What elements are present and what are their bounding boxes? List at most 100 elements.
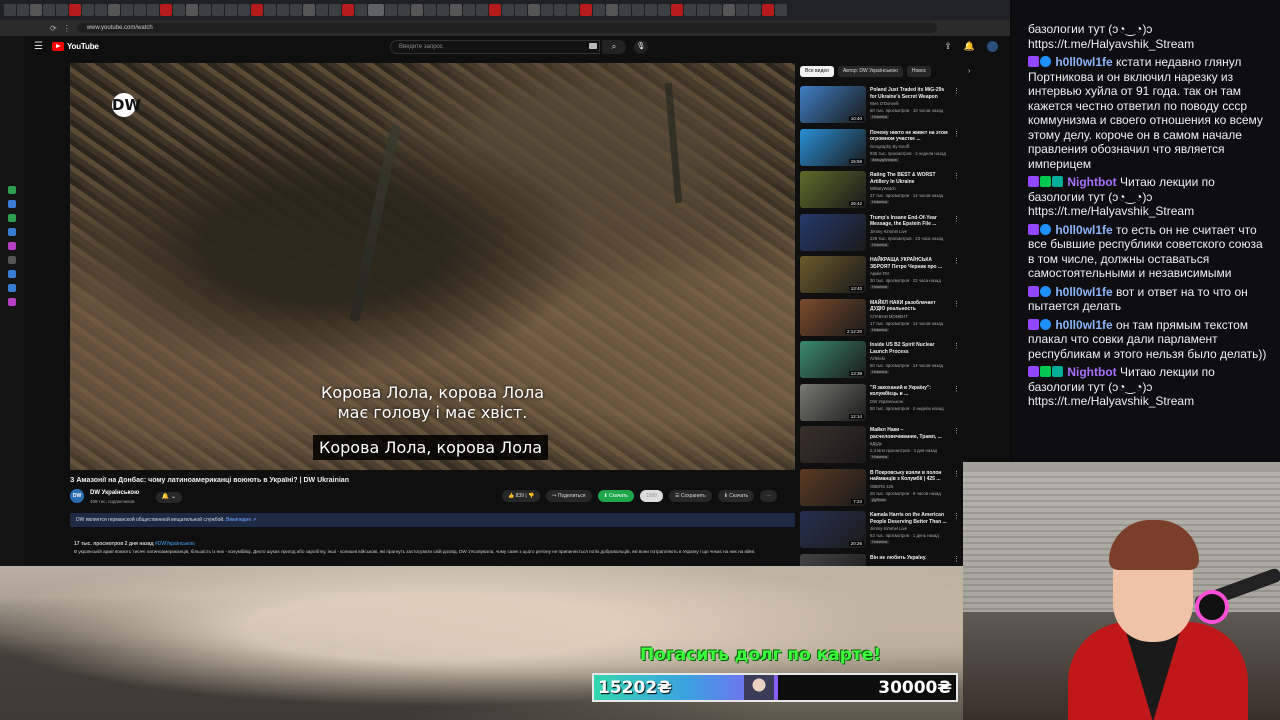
- browser-tab[interactable]: [4, 4, 16, 16]
- menu-icon[interactable]: ☰: [34, 41, 43, 52]
- recommendation-item[interactable]: 7:23 В Покровську взяли в полон найманців…: [800, 467, 966, 510]
- recommendation-item[interactable]: Trump's Insane End-Of-Year Message, the …: [800, 212, 966, 255]
- search-input[interactable]: Введите запрос: [390, 40, 600, 54]
- channel-avatar[interactable]: DW: [70, 489, 84, 503]
- browser-tab[interactable]: [775, 4, 787, 16]
- hashtag-link[interactable]: #DWУкраїнською: [155, 541, 195, 547]
- recommendation-thumbnail[interactable]: 20:26: [800, 511, 866, 548]
- wikipedia-link[interactable]: Википедия ↗: [226, 517, 256, 523]
- video-description[interactable]: В українській армії воюють тисячі латино…: [74, 548, 784, 555]
- more-vert-icon[interactable]: ⋮: [953, 555, 960, 563]
- browser-tab[interactable]: [489, 4, 501, 16]
- browser-tab[interactable]: [710, 4, 722, 16]
- chat-username[interactable]: Nightbot: [1067, 365, 1116, 379]
- like-button[interactable]: 👍 839 | 👎: [502, 490, 541, 502]
- recommendation-channel[interactable]: вДудь: [870, 441, 882, 446]
- recommendation-title[interactable]: МАЙКЛ НАКИ разоблачает ДУДЮ реальность: [870, 300, 952, 313]
- account-avatar[interactable]: [987, 41, 998, 52]
- browser-tab[interactable]: [329, 4, 341, 16]
- browser-tab[interactable]: [134, 4, 146, 16]
- video-player[interactable]: DW Корова Лола, корова Лола має голову і…: [70, 63, 795, 470]
- recommendation-thumbnail[interactable]: 15:59: [800, 128, 866, 166]
- recommendation-thumbnail[interactable]: 2:12:20: [800, 298, 866, 336]
- browser-tab[interactable]: [398, 4, 410, 16]
- browser-tab[interactable]: [303, 4, 315, 16]
- search-button[interactable]: ⌕: [602, 40, 626, 54]
- recommendation-channel[interactable]: AiTeleki: [870, 356, 885, 361]
- recommendation-item[interactable]: 26:42 Rating The BEST & WORST Artillery I…: [800, 169, 966, 212]
- browser-tab[interactable]: [43, 4, 55, 16]
- browser-tab[interactable]: [277, 4, 289, 16]
- site-info-icon[interactable]: ⋮: [63, 24, 71, 33]
- filter-chip[interactable]: Все видео: [800, 66, 834, 77]
- more-actions-button[interactable]: ⋯: [760, 490, 778, 502]
- create-icon[interactable]: ⇪: [944, 41, 952, 52]
- recommendation-channel[interactable]: DW Українською: [870, 399, 903, 404]
- browser-tab[interactable]: [619, 4, 631, 16]
- recommendation-item[interactable]: 2:12:20 МАЙКЛ НАКИ разоблачает ДУДЮ реаль…: [800, 297, 966, 340]
- share-button[interactable]: ↪ Поделиться: [546, 490, 592, 502]
- browser-tab[interactable]: [463, 4, 475, 16]
- browser-tab[interactable]: [450, 4, 462, 16]
- recommendation-thumbnail[interactable]: 26:42: [800, 171, 866, 208]
- browser-tab[interactable]: [541, 4, 553, 16]
- browser-tab[interactable]: [147, 4, 159, 16]
- recommendation-channel[interactable]: СЛАВНИ МОМЕНТ: [870, 314, 908, 319]
- browser-tab[interactable]: [30, 4, 42, 16]
- subscription-bell-button[interactable]: 🔔 ⌄: [156, 492, 182, 503]
- more-vert-icon[interactable]: ⋮: [953, 130, 960, 138]
- sidebar-app-icon[interactable]: [8, 298, 16, 306]
- chat-username[interactable]: h0ll0wl1fe: [1055, 285, 1112, 299]
- browser-tab[interactable]: [212, 4, 224, 16]
- recommendation-thumbnail[interactable]: 13:40: [800, 256, 866, 293]
- browser-tab[interactable]: [173, 4, 185, 16]
- recommendation-title[interactable]: НАЙКРАЩА УКРАЇНСЬКА ЗБРОЯ? Петро Черник …: [870, 257, 952, 270]
- browser-tab[interactable]: [199, 4, 211, 16]
- recommendation-title[interactable]: Inside US B2 Spirit Nuclear Launch Proce…: [870, 342, 952, 355]
- more-vert-icon[interactable]: ⋮: [953, 257, 960, 265]
- recommendation-channel[interactable]: Армія FM: [870, 271, 889, 276]
- more-vert-icon[interactable]: ⋮: [953, 215, 960, 223]
- channel-name[interactable]: DW Українською: [90, 490, 139, 496]
- recommendation-item[interactable]: 12:14 "Я закоханий в Україну": колумбієць…: [800, 382, 966, 425]
- browser-tab[interactable]: [108, 4, 120, 16]
- recommendation-title[interactable]: Poland Just Traded its MiG-29s for Ukrai…: [870, 87, 952, 100]
- sidebar-app-icon[interactable]: [8, 242, 16, 250]
- sidebar-app-icon[interactable]: [8, 228, 16, 236]
- browser-tab[interactable]: [593, 4, 605, 16]
- recommendation-channel[interactable]: Jimmy Kimmel Live: [870, 229, 907, 234]
- browser-tab[interactable]: [316, 4, 328, 16]
- browser-tab[interactable]: [69, 4, 81, 16]
- more-vert-icon[interactable]: ⋮: [953, 300, 960, 308]
- browser-tab[interactable]: [684, 4, 696, 16]
- browser-tab[interactable]: [355, 4, 367, 16]
- youtube-logo[interactable]: YouTube: [52, 42, 99, 51]
- browser-tab[interactable]: [528, 4, 540, 16]
- browser-tab[interactable]: [476, 4, 488, 16]
- recommendation-item[interactable]: 13:40 НАЙКРАЩА УКРАЇНСЬКА ЗБРОЯ? Петро Че…: [800, 254, 966, 297]
- recommendation-thumbnail[interactable]: 13:39: [800, 341, 866, 378]
- recommendation-item[interactable]: 10:40 Poland Just Traded its MiG-29s for …: [800, 84, 966, 127]
- browser-tab[interactable]: [186, 4, 198, 16]
- more-vert-icon[interactable]: ⋮: [953, 385, 960, 393]
- recommendation-title[interactable]: Він не любить Україну.: [870, 555, 952, 562]
- filter-chip[interactable]: Новос: [906, 66, 932, 77]
- recommendation-thumbnail[interactable]: 12:14: [800, 383, 866, 421]
- recommendation-item[interactable]: Майкл Наки – расчеловечивание, Трамп, ..…: [800, 424, 966, 467]
- more-vert-icon[interactable]: ⋮: [953, 470, 960, 478]
- sidebar-app-icon[interactable]: [8, 270, 16, 278]
- browser-tab[interactable]: [121, 4, 133, 16]
- keyboard-icon[interactable]: [589, 43, 597, 49]
- recommendation-channel[interactable]: Geography By Geoff: [870, 144, 909, 149]
- chat-username[interactable]: h0ll0wl1fe: [1055, 55, 1112, 69]
- browser-tab[interactable]: [723, 4, 735, 16]
- recommendation-item[interactable]: Він не любить Україну. ⋮: [800, 552, 966, 566]
- recommendation-title[interactable]: "Я закоханий в Україну": колумбієць в ..…: [870, 385, 952, 398]
- more-vert-icon[interactable]: ⋮: [953, 342, 960, 350]
- browser-tab[interactable]: [160, 4, 172, 16]
- browser-tab[interactable]: [225, 4, 237, 16]
- recommendation-item[interactable]: 15:59 Почему никто не живет на этом огром…: [800, 127, 966, 170]
- browser-tab[interactable]: [515, 4, 527, 16]
- chat-username[interactable]: h0ll0wl1fe: [1055, 318, 1112, 332]
- recommendation-thumbnail[interactable]: [800, 213, 866, 251]
